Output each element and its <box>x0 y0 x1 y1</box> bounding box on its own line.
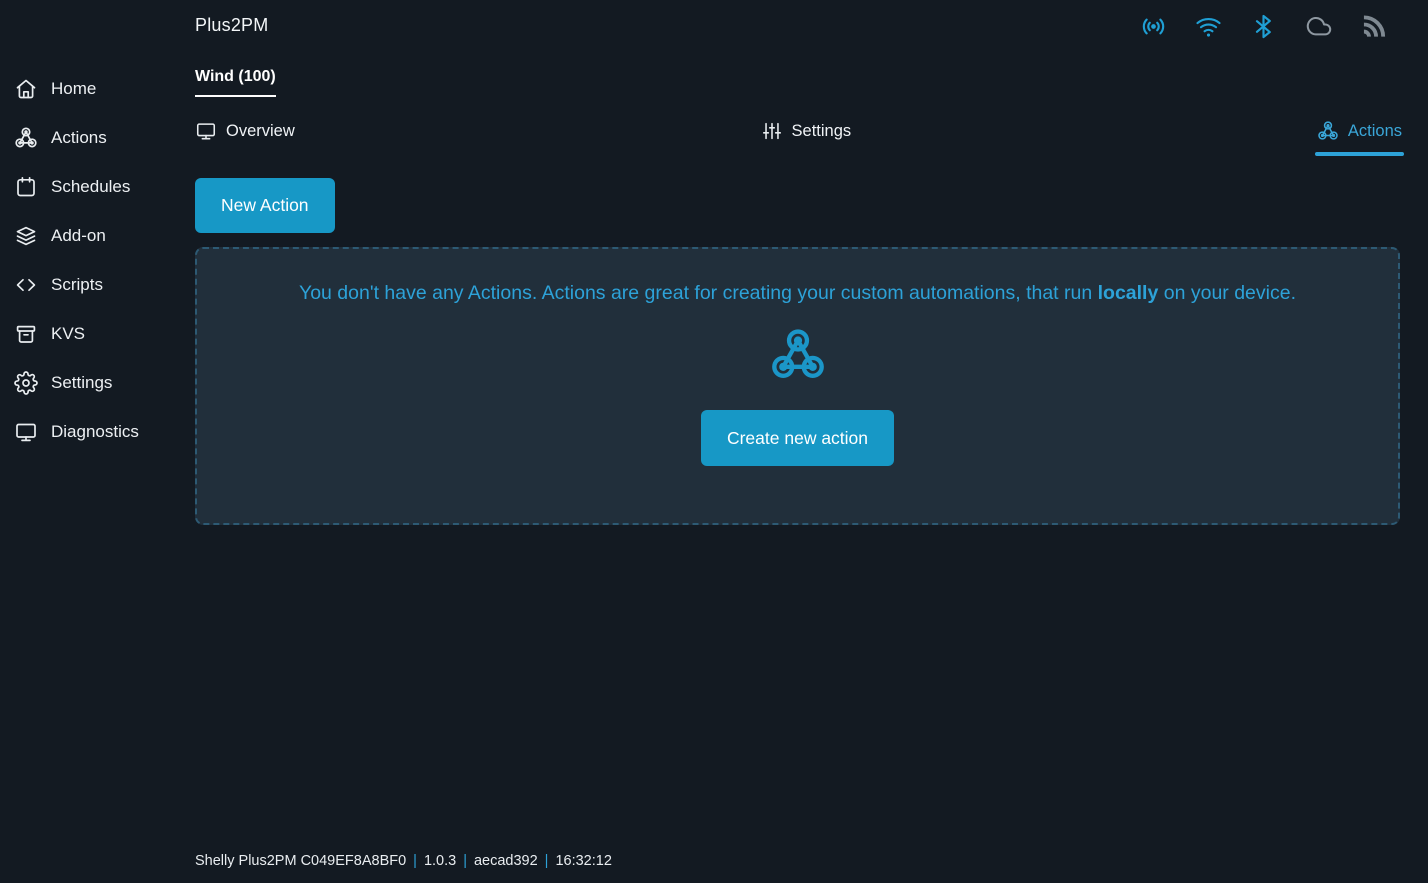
empty-state-message-bold: locally <box>1098 282 1159 304</box>
webhook-icon <box>1317 120 1339 142</box>
sidebar-item-label: KVS <box>51 324 85 344</box>
monitor-icon <box>195 120 217 142</box>
device-info-footer: Shelly Plus2PM C049EF8A8BF0 | 1.0.3 | aecad3… <box>195 853 612 869</box>
sidebar-item-kvs[interactable]: KVS <box>0 309 195 358</box>
sliders-icon <box>761 120 783 142</box>
tab-label: Overview <box>226 122 295 141</box>
empty-state-message: You don't have any Actions. Actions are … <box>299 282 1296 305</box>
create-new-action-button[interactable]: Create new action <box>701 410 894 466</box>
webhook-icon <box>769 326 827 384</box>
channel-tab-wind[interactable]: Wind (100) <box>195 68 276 97</box>
monitor-icon <box>14 420 38 444</box>
sidebar-item-label: Settings <box>51 373 112 393</box>
new-action-button[interactable]: New Action <box>195 178 335 233</box>
access-point-icon[interactable] <box>1140 13 1167 40</box>
sidebar-item-addon[interactable]: Add-on <box>0 211 195 260</box>
sidebar-item-label: Add-on <box>51 226 106 246</box>
tab-label: Actions <box>1348 122 1402 141</box>
tab-actions[interactable]: Actions <box>1317 120 1402 142</box>
code-icon <box>14 273 38 297</box>
mqtt-icon[interactable] <box>1360 13 1387 40</box>
sidebar-item-label: Home <box>51 79 96 99</box>
footer-device-name: Shelly Plus2PM C049EF8A8BF0 <box>195 853 406 869</box>
sidebar: Home Actions Schedules Ad <box>0 64 195 456</box>
tab-settings[interactable]: Settings <box>761 120 852 142</box>
footer-separator: | <box>545 853 549 869</box>
footer-device-time: 16:32:12 <box>555 853 611 869</box>
tab-label: Settings <box>792 122 852 141</box>
archive-icon <box>14 322 38 346</box>
device-title: Plus2PM <box>195 15 268 36</box>
sidebar-item-scripts[interactable]: Scripts <box>0 260 195 309</box>
footer-build-id: aecad392 <box>474 853 538 869</box>
topbar: Plus2PM <box>0 0 1428 56</box>
main-content: Wind (100) Overview Settings <box>195 56 1402 525</box>
sidebar-item-label: Schedules <box>51 177 130 197</box>
sidebar-item-schedules[interactable]: Schedules <box>0 162 195 211</box>
active-tab-underline <box>1315 152 1404 156</box>
actions-icon <box>14 126 38 150</box>
layers-icon <box>14 224 38 248</box>
sidebar-item-label: Actions <box>51 128 107 148</box>
sidebar-item-diagnostics[interactable]: Diagnostics <box>0 407 195 456</box>
footer-firmware-version: 1.0.3 <box>424 853 456 869</box>
sidebar-item-home[interactable]: Home <box>0 64 195 113</box>
calendar-icon <box>14 175 38 199</box>
sidebar-item-settings[interactable]: Settings <box>0 358 195 407</box>
tab-overview[interactable]: Overview <box>195 120 295 142</box>
footer-separator: | <box>463 853 467 869</box>
bluetooth-icon[interactable] <box>1250 13 1277 40</box>
sidebar-item-label: Scripts <box>51 275 103 295</box>
gear-icon <box>14 371 38 395</box>
sidebar-item-actions[interactable]: Actions <box>0 113 195 162</box>
footer-separator: | <box>413 853 417 869</box>
tab-bar: Overview Settings <box>195 120 1402 142</box>
wifi-icon[interactable] <box>1195 13 1222 40</box>
home-icon <box>14 77 38 101</box>
status-icon-bar <box>1140 13 1387 40</box>
actions-empty-state-panel: You don't have any Actions. Actions are … <box>195 247 1400 525</box>
sidebar-item-label: Diagnostics <box>51 422 139 442</box>
cloud-icon[interactable] <box>1305 13 1332 40</box>
